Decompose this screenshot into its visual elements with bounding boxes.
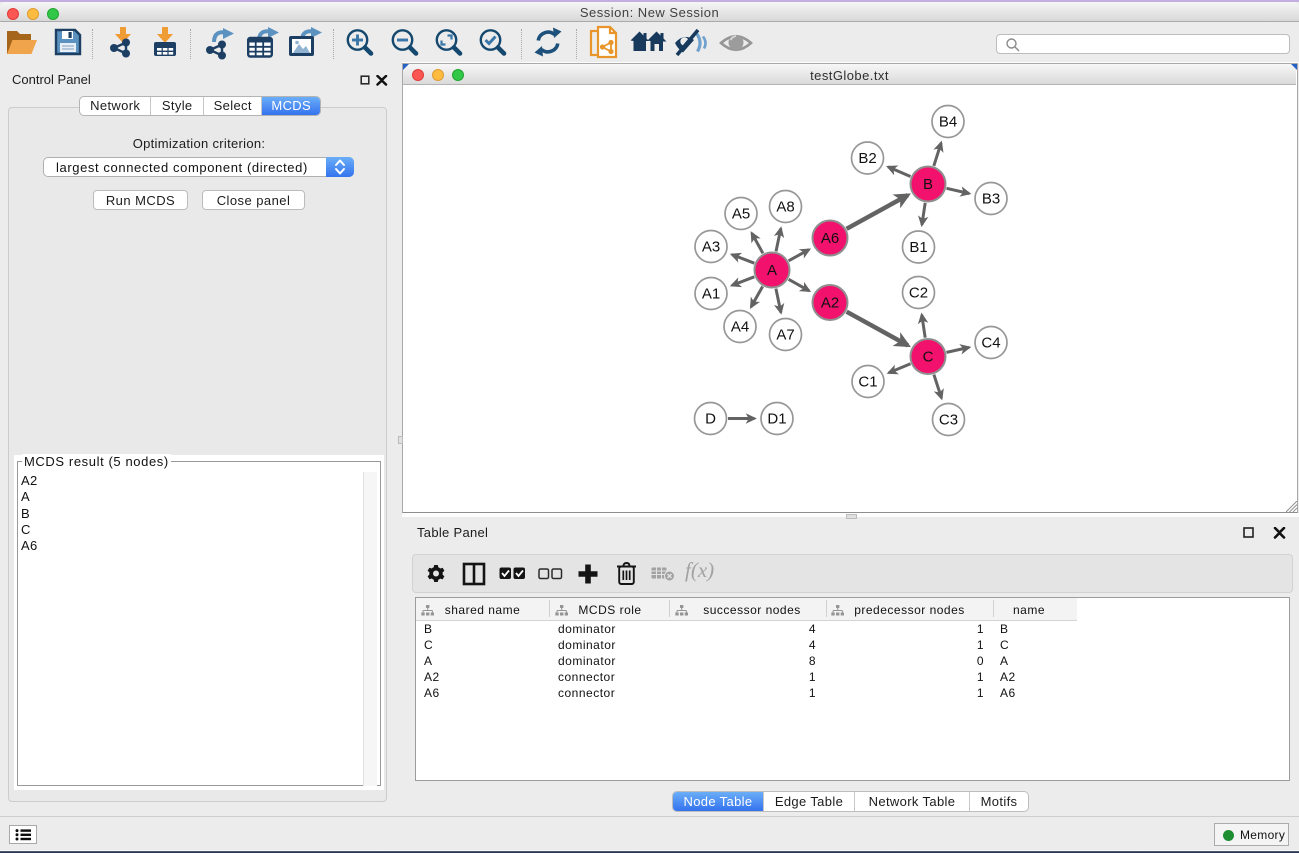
svg-text:A: A bbox=[766, 262, 776, 279]
svg-text:B3: B3 bbox=[981, 190, 999, 207]
svg-text:A4: A4 bbox=[730, 318, 748, 335]
svg-text:A2: A2 bbox=[820, 294, 838, 311]
svg-text:B1: B1 bbox=[909, 239, 927, 256]
svg-text:A7: A7 bbox=[776, 326, 794, 343]
svg-text:A1: A1 bbox=[701, 285, 719, 302]
svg-text:C1: C1 bbox=[858, 373, 877, 390]
svg-text:C: C bbox=[922, 348, 933, 365]
svg-text:C2: C2 bbox=[908, 284, 927, 301]
svg-text:A8: A8 bbox=[776, 198, 794, 215]
svg-text:A6: A6 bbox=[820, 230, 838, 247]
svg-text:C4: C4 bbox=[981, 334, 1000, 351]
svg-text:A5: A5 bbox=[731, 205, 749, 222]
svg-text:D1: D1 bbox=[767, 410, 786, 427]
svg-text:D: D bbox=[705, 410, 716, 427]
svg-text:A3: A3 bbox=[701, 238, 719, 255]
svg-text:C3: C3 bbox=[938, 411, 957, 428]
svg-text:B: B bbox=[922, 176, 932, 193]
svg-text:B2: B2 bbox=[858, 150, 876, 167]
svg-text:B4: B4 bbox=[938, 113, 956, 130]
